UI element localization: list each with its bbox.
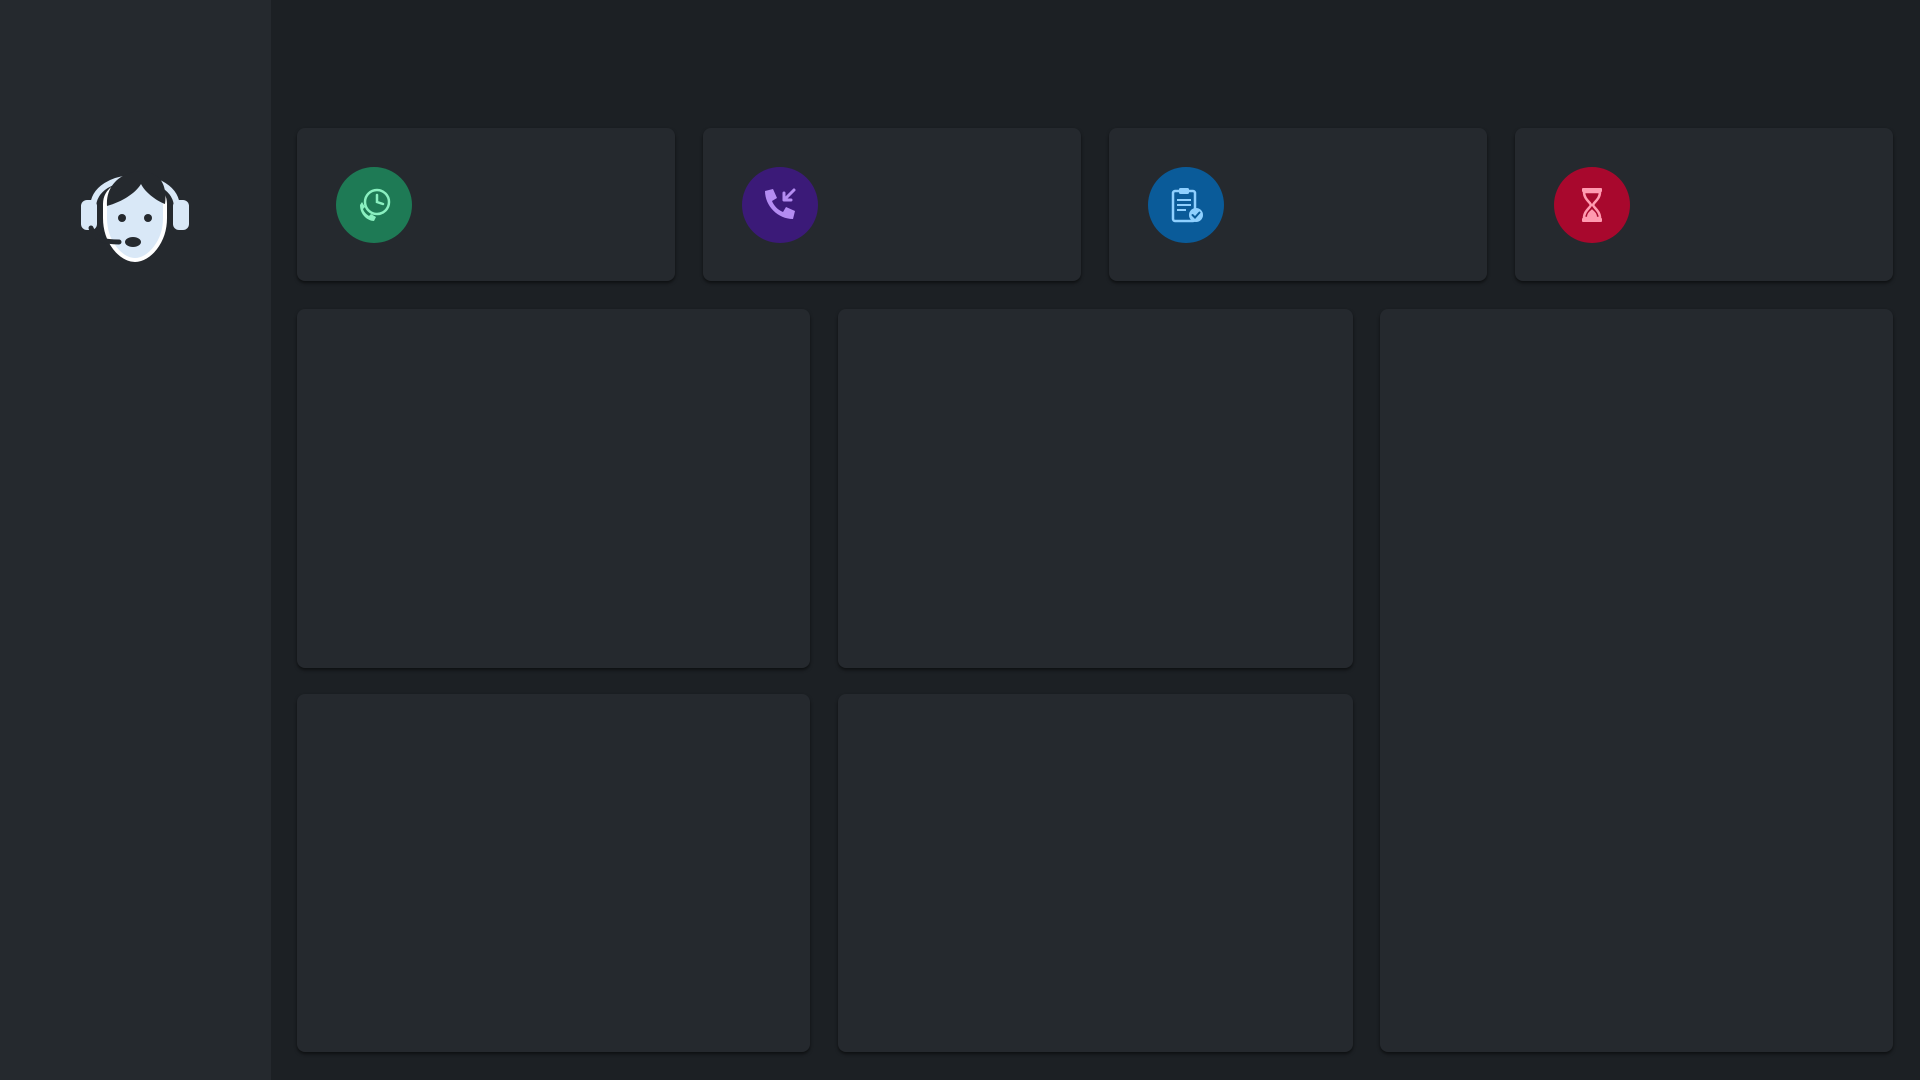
phone-clock-icon (336, 167, 412, 243)
main-content (271, 0, 1920, 1080)
sidebar (0, 0, 271, 1080)
dashboard-app (0, 0, 1920, 1080)
panel-bottom-middle (838, 694, 1353, 1052)
panel-right (1380, 309, 1893, 1052)
incoming-call-icon (742, 167, 818, 243)
stat-card-waiting (1515, 128, 1893, 281)
stat-card-call-time (297, 128, 675, 281)
headset-agent-icon (75, 146, 195, 266)
stat-card-resolved (1109, 128, 1487, 281)
panel-top-left (297, 309, 810, 668)
panel-bottom-left (297, 694, 810, 1052)
panel-top-middle (838, 309, 1353, 668)
stat-card-incoming-calls (703, 128, 1081, 281)
hourglass-icon (1554, 167, 1630, 243)
clipboard-check-icon (1148, 167, 1224, 243)
